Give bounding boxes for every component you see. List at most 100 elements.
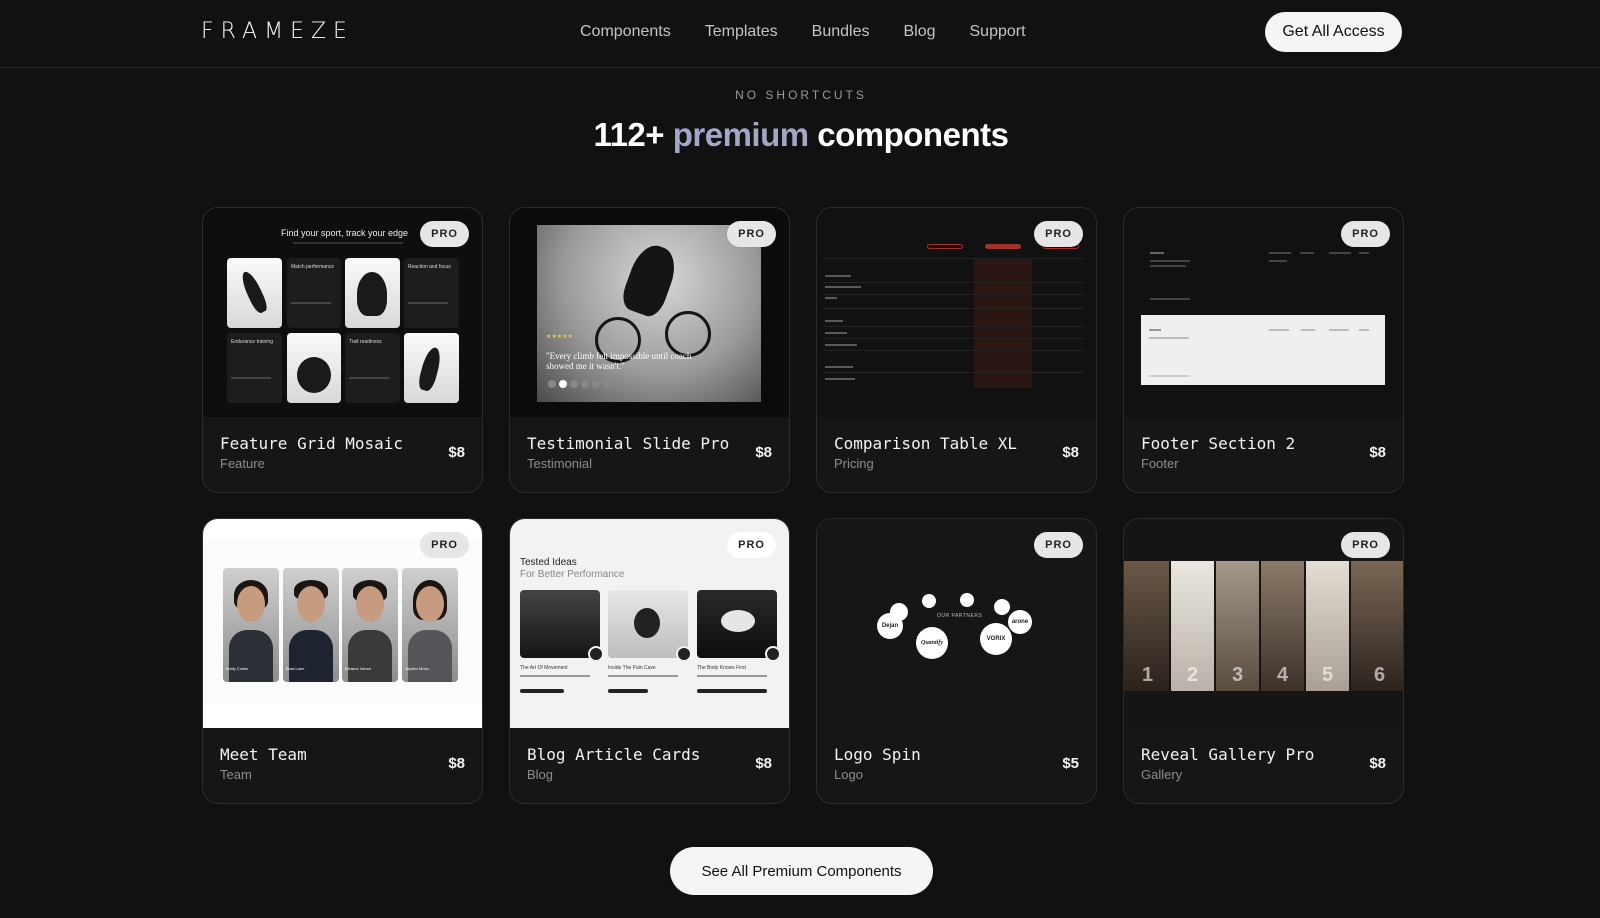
sport-tile bbox=[227, 258, 282, 328]
card-price: $8 bbox=[755, 444, 772, 461]
tile-label: Match performance bbox=[291, 264, 335, 270]
pro-badge: PRO bbox=[420, 532, 469, 558]
partner-logo bbox=[890, 603, 908, 621]
plan-button bbox=[985, 244, 1021, 249]
article-image bbox=[608, 590, 692, 662]
pro-badge: PRO bbox=[1034, 221, 1083, 247]
gallery-number: 5 bbox=[1322, 664, 1334, 686]
component-card[interactable]: Tested Ideas For Better Performance The … bbox=[509, 518, 790, 804]
row-label bbox=[825, 332, 847, 334]
card-title: Blog Article Cards bbox=[527, 745, 701, 764]
cyclist-photo bbox=[537, 225, 761, 402]
card-price: $5 bbox=[1062, 755, 1079, 772]
team-member-photo: Eleanor Vance bbox=[342, 568, 398, 682]
sport-tile bbox=[404, 333, 459, 403]
partner-logo bbox=[960, 593, 974, 607]
card-category: Feature bbox=[220, 456, 265, 471]
text-tile: Trail readiness bbox=[345, 333, 400, 403]
component-card[interactable]: PRO Comparison Table XL Pricing $8 bbox=[816, 207, 1097, 493]
card-category: Logo bbox=[834, 767, 863, 782]
card-price: $8 bbox=[755, 755, 772, 772]
partner-logo bbox=[994, 599, 1010, 615]
partner-logo bbox=[922, 594, 936, 608]
blog-heading: Tested Ideas bbox=[520, 557, 577, 568]
nav-blog[interactable]: Blog bbox=[903, 20, 935, 44]
rider-shape bbox=[618, 239, 682, 321]
section-title: 112+ premium components bbox=[0, 116, 1600, 154]
thumb-title: Find your sport, track your edge bbox=[281, 228, 409, 238]
pro-badge: PRO bbox=[727, 532, 776, 558]
sport-tile bbox=[287, 333, 341, 403]
team-member-photo: Emily Cullen bbox=[223, 568, 279, 682]
component-card[interactable]: Emily Cullen Brad Lane Eleanor Vance Jay… bbox=[202, 518, 483, 804]
card-price: $8 bbox=[1369, 444, 1386, 461]
row-label bbox=[825, 286, 861, 288]
card-category: Pricing bbox=[834, 456, 874, 471]
tile-text-line bbox=[349, 377, 389, 379]
card-title: Testimonial Slide Pro bbox=[527, 434, 730, 453]
partner-logo: VORIX bbox=[980, 623, 1012, 655]
card-title: Reveal Gallery Pro bbox=[1141, 745, 1315, 764]
site-header: FRAMEZE Components Templates Bundles Blo… bbox=[0, 0, 1600, 68]
row-label bbox=[825, 320, 843, 322]
brand-logo[interactable]: FRAMEZE bbox=[201, 19, 354, 45]
get-all-access-button[interactable]: Get All Access bbox=[1265, 12, 1402, 52]
team-member-photo: Jayden Moss bbox=[402, 568, 458, 682]
member-name: Emily Cullen bbox=[226, 666, 249, 671]
card-title: Logo Spin bbox=[834, 745, 921, 764]
title-suffix: components bbox=[817, 116, 1009, 153]
component-card[interactable]: OUR PARTNERS Dejan Quantify VORIX arone … bbox=[816, 518, 1097, 804]
component-card[interactable]: Find your sport, track your edge Match p… bbox=[202, 207, 483, 493]
article-title: The Body Knows First bbox=[697, 665, 746, 671]
see-all-premium-button[interactable]: See All Premium Components bbox=[670, 847, 933, 895]
card-price: $8 bbox=[448, 755, 465, 772]
article-title: Inside The Pain Cave bbox=[608, 665, 656, 671]
light-footer-preview bbox=[1141, 315, 1385, 385]
text-tile: Match performance bbox=[287, 258, 341, 328]
gallery-number: 4 bbox=[1277, 664, 1289, 686]
arrow-icon bbox=[588, 646, 604, 662]
nav-templates[interactable]: Templates bbox=[705, 20, 778, 44]
component-card[interactable]: 1 2 3 4 5 6 PRO Reveal Gallery Pro Galle… bbox=[1123, 518, 1404, 804]
tile-text-line bbox=[408, 302, 448, 304]
gallery-number: 2 bbox=[1187, 664, 1199, 686]
blog-subheading: For Better Performance bbox=[520, 569, 625, 580]
card-category: Testimonial bbox=[527, 456, 593, 471]
nav-bundles[interactable]: Bundles bbox=[812, 20, 870, 44]
tile-label: Trail readiness bbox=[349, 339, 382, 345]
gallery-number: 3 bbox=[1232, 664, 1244, 686]
pro-badge: PRO bbox=[1341, 532, 1390, 558]
title-count: 112+ bbox=[593, 116, 665, 153]
article-image bbox=[697, 590, 781, 662]
testimonial-quote: "Every climb felt impossible until coach… bbox=[546, 351, 692, 371]
card-title: Feature Grid Mosaic bbox=[220, 434, 404, 453]
card-title: Footer Section 2 bbox=[1141, 434, 1296, 453]
pro-badge: PRO bbox=[1341, 221, 1390, 247]
row-label bbox=[825, 297, 837, 299]
nav-support[interactable]: Support bbox=[970, 20, 1026, 44]
pro-badge: PRO bbox=[1034, 532, 1083, 558]
tile-label: Reaction and focus bbox=[408, 264, 451, 270]
sport-tile bbox=[345, 258, 400, 328]
gallery-number: 1 bbox=[1142, 664, 1154, 686]
card-category: Gallery bbox=[1141, 767, 1183, 782]
partner-logo: Quantify bbox=[916, 627, 948, 659]
gallery-number: 6 bbox=[1374, 664, 1386, 686]
arrow-icon bbox=[765, 646, 781, 662]
partner-logo: arone bbox=[1008, 610, 1032, 634]
member-name: Eleanor Vance bbox=[345, 666, 371, 671]
component-card[interactable]: ★★★★★ "Every climb felt impossible until… bbox=[509, 207, 790, 493]
pro-badge: PRO bbox=[420, 221, 469, 247]
card-price: $8 bbox=[1062, 444, 1079, 461]
card-category: Team bbox=[220, 767, 252, 782]
component-card[interactable]: PRO Footer Section 2 Footer $8 bbox=[1123, 207, 1404, 493]
text-tile: Endurance training bbox=[227, 333, 282, 403]
card-category: Footer bbox=[1141, 456, 1179, 471]
row-label bbox=[825, 344, 857, 346]
card-price: $8 bbox=[1369, 755, 1386, 772]
card-category: Blog bbox=[527, 767, 554, 782]
tile-label: Endurance training bbox=[231, 339, 273, 345]
pro-badge: PRO bbox=[727, 221, 776, 247]
card-title: Comparison Table XL bbox=[834, 434, 1018, 453]
nav-components[interactable]: Components bbox=[580, 20, 671, 44]
